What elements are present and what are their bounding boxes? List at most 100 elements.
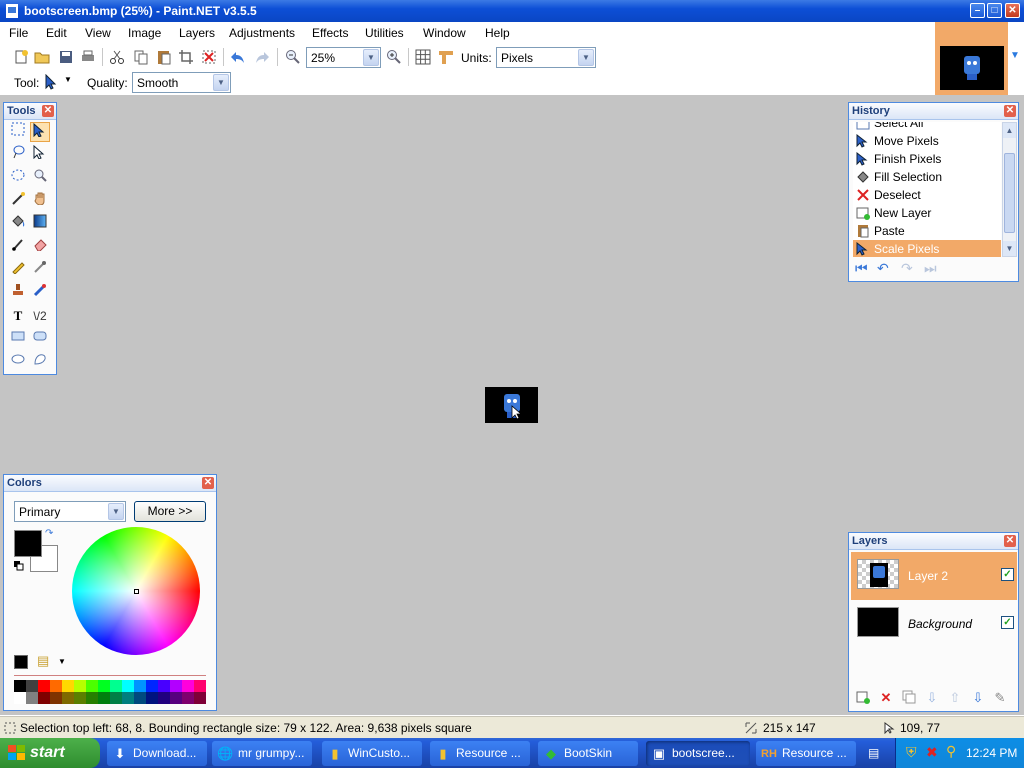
taskbar-item-resource[interactable]: ▮ Resource ...	[430, 741, 530, 766]
menu-utilities[interactable]: Utilities	[365, 26, 404, 40]
move-layer-down-icon[interactable]: ⇩	[970, 690, 986, 706]
add-layer-icon[interactable]	[855, 690, 871, 706]
layer-row-layer-2[interactable]: Layer 2 ✓	[851, 552, 1017, 600]
lasso-select-icon[interactable]	[8, 145, 28, 165]
cut-icon[interactable]	[109, 49, 125, 65]
print-icon[interactable]	[80, 49, 96, 65]
palette-swatch[interactable]	[62, 680, 74, 692]
deselect-icon[interactable]	[201, 49, 217, 65]
redo-icon[interactable]	[254, 49, 270, 65]
taskbar-item-resource-hacker[interactable]: RH Resource ...	[756, 741, 856, 766]
swap-colors-icon[interactable]: ↷	[45, 528, 53, 539]
palette-swatch[interactable]	[194, 692, 206, 704]
close-icon[interactable]: ✕	[202, 477, 214, 489]
palette-swatch[interactable]	[86, 692, 98, 704]
color-mode-combo[interactable]: Primary ▼	[14, 501, 126, 522]
redo-icon[interactable]: ↷	[901, 260, 913, 277]
palette-swatch[interactable]	[50, 692, 62, 704]
chevron-down-icon[interactable]: ▼	[578, 49, 594, 66]
move-selection-icon[interactable]	[30, 144, 50, 165]
canvas-image[interactable]	[485, 387, 538, 423]
history-item[interactable]: Fill Selection	[853, 168, 1001, 186]
palette-swatch[interactable]	[158, 680, 170, 692]
search-icon[interactable]: ⚲	[946, 743, 956, 760]
close-icon[interactable]: ✕	[1004, 105, 1016, 117]
alert-icon[interactable]: ✖	[926, 744, 938, 761]
palette-swatch[interactable]	[14, 680, 26, 692]
recolor-icon[interactable]	[30, 283, 50, 303]
palette-swatch[interactable]	[146, 692, 158, 704]
paste-icon[interactable]	[156, 49, 172, 65]
menu-layers[interactable]: Layers	[179, 26, 215, 40]
scrollbar-thumb[interactable]	[1004, 153, 1015, 233]
layer-properties-icon[interactable]: ✎	[992, 690, 1008, 706]
taskbar-item-download[interactable]: ⬇ Download...	[107, 741, 207, 766]
history-item-current[interactable]: Scale Pixels	[853, 240, 1001, 257]
layer-visibility-checkbox[interactable]: ✓	[1001, 616, 1014, 629]
palette-swatch[interactable]	[158, 692, 170, 704]
gradient-icon[interactable]	[30, 214, 50, 234]
move-selected-pixels-icon[interactable]	[44, 74, 60, 90]
palette-swatch[interactable]	[14, 692, 26, 704]
add-to-palette-icon[interactable]	[14, 655, 28, 669]
layer-row-background[interactable]: Background ✓	[851, 600, 1017, 648]
history-item[interactable]: Deselect	[853, 186, 1001, 204]
menu-view[interactable]: View	[85, 26, 111, 40]
palette-swatch[interactable]	[134, 692, 146, 704]
palette-swatch[interactable]	[74, 692, 86, 704]
chevron-down-icon[interactable]: ▼	[1010, 50, 1020, 61]
menu-effects[interactable]: Effects	[312, 26, 348, 40]
crop-icon[interactable]	[178, 49, 194, 65]
palette-swatch[interactable]	[110, 680, 122, 692]
ellipse-select-icon[interactable]	[8, 168, 28, 188]
pencil-icon[interactable]	[8, 260, 28, 280]
maximize-button[interactable]: □	[987, 3, 1002, 18]
palette-swatch[interactable]	[50, 680, 62, 692]
chevron-up-icon[interactable]: ▲	[1003, 123, 1016, 138]
rewind-icon[interactable]: ⏮	[855, 260, 868, 277]
close-icon[interactable]: ✕	[1004, 535, 1016, 547]
palette-swatch[interactable]	[170, 692, 182, 704]
reset-colors-icon[interactable]	[14, 560, 24, 571]
menu-image[interactable]: Image	[128, 26, 161, 40]
palette-swatch[interactable]	[170, 680, 182, 692]
taskbar-item-wincustomize[interactable]: ▮ WinCusto...	[322, 741, 422, 766]
history-item[interactable]: Finish Pixels	[853, 150, 1001, 168]
history-item[interactable]: Move Pixels	[853, 132, 1001, 150]
chevron-down-icon[interactable]: ▼	[363, 49, 379, 66]
line-curve-icon[interactable]: \/2	[30, 306, 50, 326]
menu-window[interactable]: Window	[423, 26, 466, 40]
palette-swatch[interactable]	[26, 692, 38, 704]
move-layer-up-icon[interactable]: ⇧	[947, 690, 963, 706]
start-button[interactable]: start	[0, 738, 100, 768]
duplicate-layer-icon[interactable]	[901, 690, 917, 706]
chevron-down-icon[interactable]: ▼	[64, 75, 72, 84]
palette-swatch[interactable]	[98, 680, 110, 692]
palette-swatch[interactable]	[86, 680, 98, 692]
taskbar-item-browser[interactable]: 🌐 mr grumpy...	[212, 741, 312, 766]
rectangle-select-icon[interactable]	[8, 122, 28, 142]
color-palette[interactable]	[14, 680, 206, 704]
palette-swatch[interactable]	[38, 680, 50, 692]
menu-help[interactable]: Help	[485, 26, 510, 40]
close-icon[interactable]: ✕	[42, 105, 54, 117]
more-button[interactable]: More >>	[134, 501, 206, 522]
quality-combo[interactable]: Smooth ▼	[132, 72, 231, 93]
open-icon[interactable]	[34, 49, 50, 65]
ellipse-shape-icon[interactable]	[8, 352, 28, 372]
delete-layer-icon[interactable]: ✕	[878, 690, 894, 706]
color-picker-icon[interactable]	[30, 260, 50, 280]
history-item[interactable]: New Layer	[853, 204, 1001, 222]
eraser-icon[interactable]	[30, 237, 50, 257]
primary-color-swatch[interactable]	[14, 530, 42, 557]
rulers-icon[interactable]	[438, 49, 454, 65]
history-item[interactable]: Paste	[853, 222, 1001, 240]
magic-wand-icon[interactable]	[8, 191, 28, 211]
zoom-combo[interactable]: 25% ▼	[306, 47, 381, 68]
layer-visibility-checkbox[interactable]: ✓	[1001, 568, 1014, 581]
rounded-rectangle-icon[interactable]	[30, 329, 50, 349]
palette-swatch[interactable]	[26, 680, 38, 692]
palette-swatch[interactable]	[182, 692, 194, 704]
color-wheel-cursor[interactable]	[134, 589, 139, 594]
text-tool-icon[interactable]: T	[8, 306, 28, 326]
